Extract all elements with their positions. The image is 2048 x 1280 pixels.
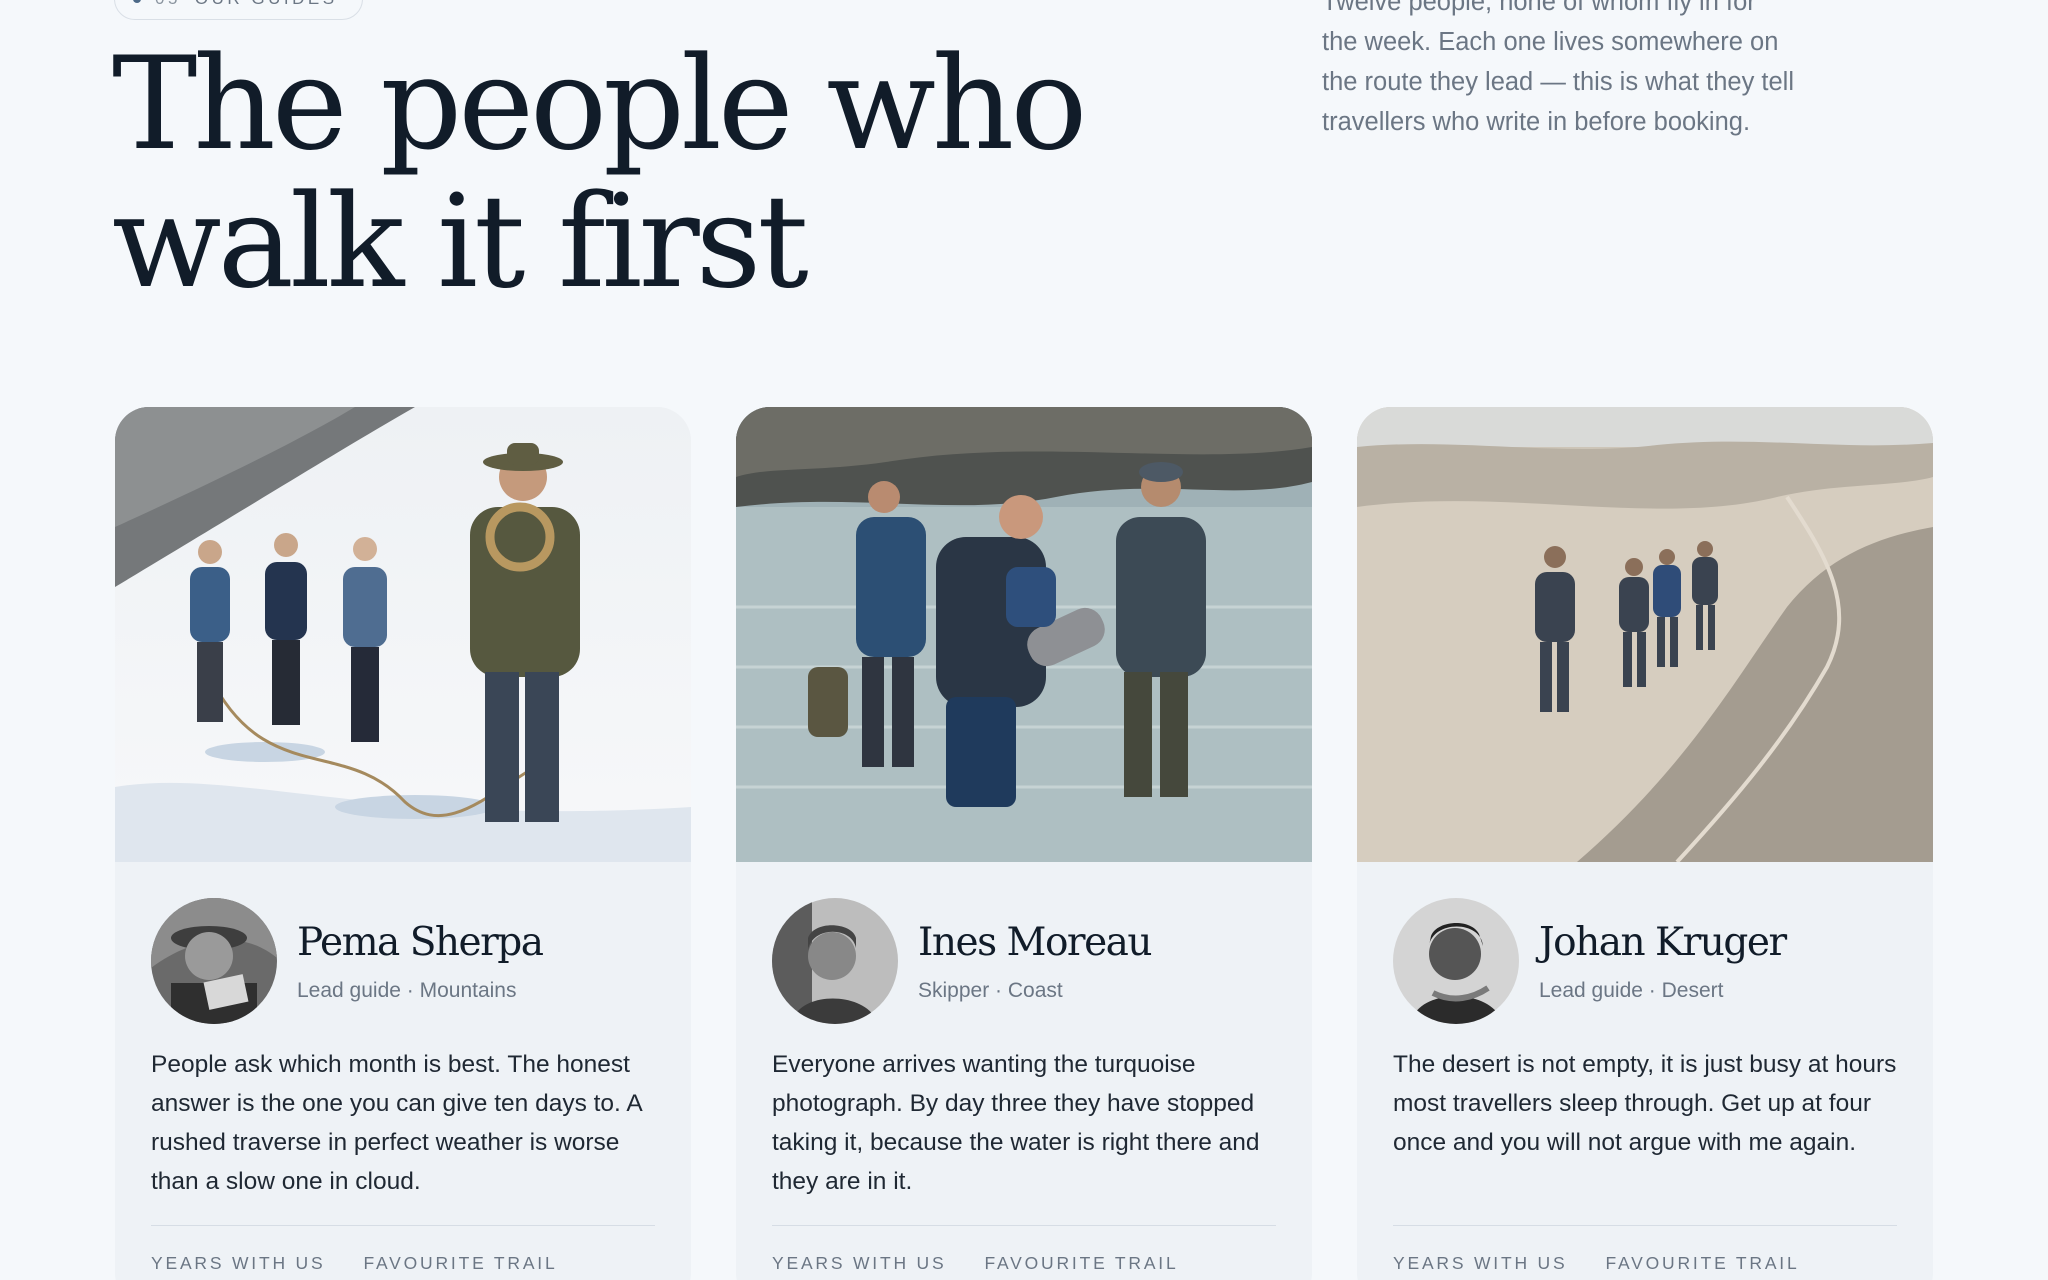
eyebrow-label: OUR GUIDES: [195, 0, 338, 9]
section-eyebrow: 05 OUR GUIDES: [114, 0, 363, 20]
eyebrow-number: 05: [155, 0, 181, 9]
intro-paragraph: Twelve people, none of whom fly in for t…: [1322, 0, 1842, 142]
guide-card-pema-sherpa[interactable]: Pema Sherpa Lead guide · Mountains Peopl…: [115, 407, 691, 1280]
divider: [151, 1225, 655, 1226]
intro-line-2: the week. Each one lives somewhere on: [1322, 28, 1779, 56]
glacier-rope-team-photo: [115, 407, 691, 862]
page-title-line-2: walk it first: [112, 168, 809, 317]
guide-identity: Pema Sherpa Lead guide · Mountains: [151, 898, 544, 1024]
guide-role: Lead guide · Desert: [1539, 979, 1724, 1002]
divider: [772, 1225, 1276, 1226]
intro-line-3: the route they lead — this is what they …: [1322, 68, 1794, 96]
intro-line-1: Twelve people, none of whom fly in for: [1322, 0, 1756, 16]
guide-identity: Johan Kruger Lead guide · Desert: [1393, 898, 1787, 1024]
guide-card-johan-kruger[interactable]: Johan Kruger Lead guide · Desert The des…: [1357, 407, 1933, 1280]
guide-identity: Ines Moreau Skipper · Coast: [772, 898, 1153, 1024]
guide-quote: The desert is not empty, it is just busy…: [1393, 1051, 1897, 1156]
eyebrow-dot-icon: [133, 0, 141, 3]
guide-meta: YEARS WITH US FAVOURITE TRAIL: [772, 1253, 1179, 1274]
guide-name: Johan Kruger: [1539, 920, 1787, 965]
guide-name: Pema Sherpa: [297, 920, 544, 965]
avatar: [772, 898, 898, 1024]
guide-role: Skipper · Coast: [918, 979, 1063, 1002]
years-with-us-label: YEARS WITH US: [151, 1253, 326, 1273]
guide-meta: YEARS WITH US FAVOURITE TRAIL: [1393, 1253, 1800, 1274]
favourite-trail-label: FAVOURITE TRAIL: [1605, 1253, 1800, 1273]
page-title: The people who walk it first: [112, 36, 1092, 312]
guide-name: Ines Moreau: [918, 920, 1153, 965]
guide-quote: Everyone arrives wanting the turquoise p…: [772, 1051, 1260, 1195]
guide-meta: YEARS WITH US FAVOURITE TRAIL: [151, 1253, 558, 1274]
guide-quote: People ask which month is best. The hone…: [151, 1051, 642, 1195]
guide-cards: Pema Sherpa Lead guide · Mountains Peopl…: [115, 407, 1933, 1280]
guide-card-ines-moreau[interactable]: Ines Moreau Skipper · Coast Everyone arr…: [736, 407, 1312, 1280]
avatar: [1393, 898, 1519, 1024]
desert-dune-photo: [1357, 407, 1933, 862]
coastal-wading-photo: [736, 407, 1312, 862]
divider: [1393, 1225, 1897, 1226]
favourite-trail-label: FAVOURITE TRAIL: [363, 1253, 558, 1273]
favourite-trail-label: FAVOURITE TRAIL: [984, 1253, 1179, 1273]
years-with-us-label: YEARS WITH US: [772, 1253, 947, 1273]
avatar: [151, 898, 277, 1024]
years-with-us-label: YEARS WITH US: [1393, 1253, 1568, 1273]
guide-role: Lead guide · Mountains: [297, 979, 517, 1002]
page-title-line-1: The people who: [112, 30, 1087, 179]
intro-line-4: travellers who write in before booking.: [1322, 108, 1751, 136]
